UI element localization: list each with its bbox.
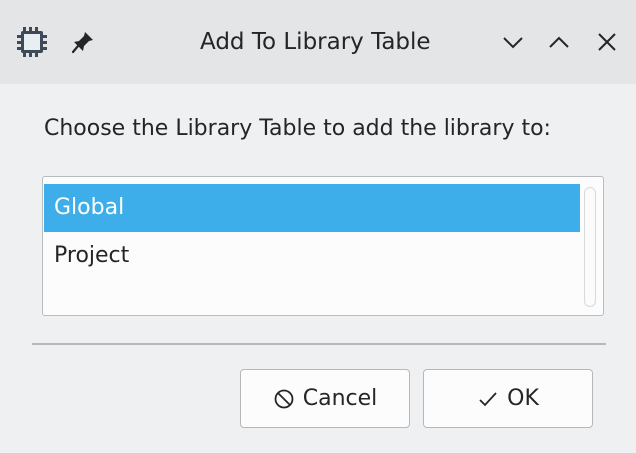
maximize-icon[interactable]	[546, 29, 572, 55]
ok-button-label: OK	[507, 386, 539, 411]
pin-icon[interactable]	[70, 29, 96, 55]
list-item-project[interactable]: Project	[44, 232, 580, 280]
checkmark-icon	[477, 388, 499, 410]
cancel-button-label: Cancel	[302, 386, 378, 411]
ok-button[interactable]: OK	[423, 369, 593, 428]
title-bar[interactable]: Add To Library Table	[0, 0, 636, 84]
list-item-global[interactable]: Global	[44, 184, 580, 232]
close-icon[interactable]	[594, 29, 620, 55]
library-table-list[interactable]: Global Project	[42, 176, 604, 316]
divider	[32, 343, 606, 345]
dialog-prompt: Choose the Library Table to add the libr…	[44, 116, 551, 141]
cancel-button[interactable]: Cancel	[240, 369, 410, 428]
minimize-icon[interactable]	[500, 29, 526, 55]
list-scrollbar[interactable]	[584, 187, 596, 307]
cancel-icon	[273, 388, 295, 410]
kicad-footprint-icon	[16, 26, 48, 58]
window-title: Add To Library Table	[200, 29, 431, 55]
